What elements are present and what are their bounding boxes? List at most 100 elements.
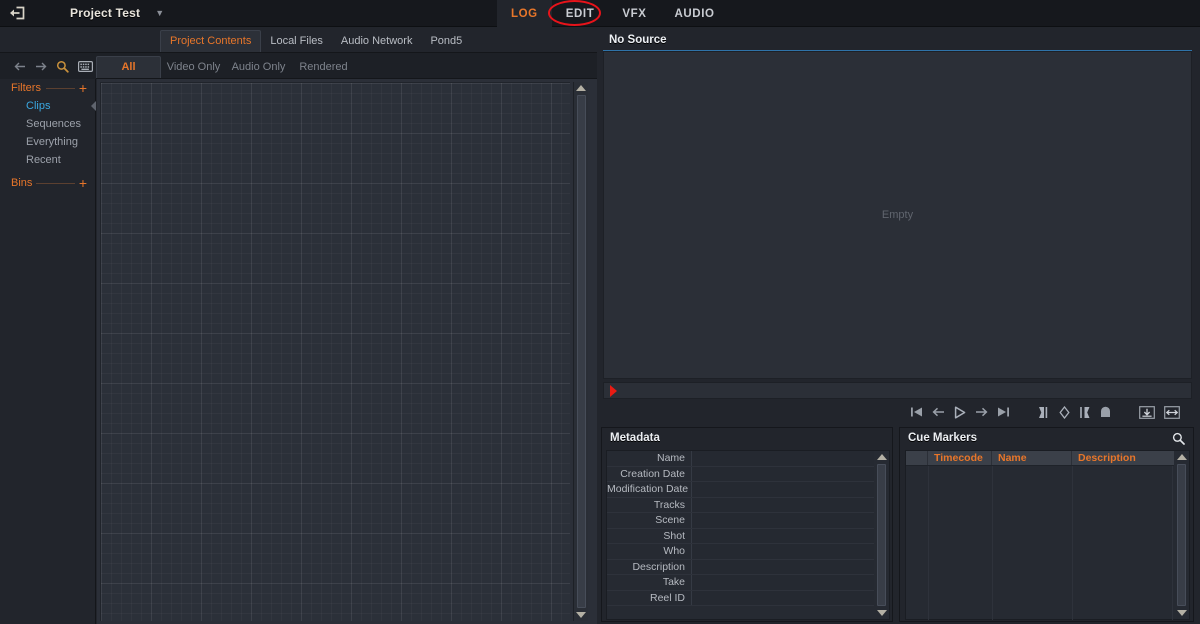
scroll-thumb[interactable] xyxy=(877,464,886,606)
table-row[interactable]: Scene xyxy=(607,513,889,529)
scroll-down-arrow-icon[interactable] xyxy=(1176,610,1187,616)
cue-markers-scrollbar[interactable] xyxy=(1174,451,1189,619)
cue-markers-table[interactable]: Timecode Name Description xyxy=(905,450,1190,620)
mode-tab-log[interactable]: LOG xyxy=(497,0,552,27)
title-bar: Project Test ▼ LOG EDIT VFX AUDIO xyxy=(0,0,1200,27)
cue-markers-title: Cue Markers xyxy=(908,432,978,444)
metadata-value[interactable] xyxy=(691,590,889,605)
project-browser-pane: Project Contents Local Files Audio Netwo… xyxy=(0,27,597,624)
filter-tab-bar: All Video Only Audio Only Rendered xyxy=(96,53,597,79)
scroll-up-arrow-icon[interactable] xyxy=(1176,454,1187,460)
bins-label: Bins xyxy=(11,177,33,189)
cue-column-timecode[interactable]: Timecode xyxy=(928,451,992,465)
scroll-down-arrow-icon[interactable] xyxy=(876,610,887,616)
table-row[interactable]: Modification Date xyxy=(607,482,889,498)
back-arrow-icon[interactable] xyxy=(14,61,26,72)
bins-section-header[interactable]: Bins + xyxy=(0,174,95,192)
playhead-marker[interactable] xyxy=(610,385,617,397)
clip-browser-scrollbar[interactable] xyxy=(573,82,588,621)
table-row[interactable]: Name xyxy=(607,451,889,467)
sidebar-item-sequences[interactable]: Sequences xyxy=(0,115,95,133)
scroll-thumb[interactable] xyxy=(1177,464,1186,606)
table-row[interactable]: Who xyxy=(607,544,889,560)
metadata-value[interactable] xyxy=(691,497,889,512)
table-row[interactable]: Reel ID xyxy=(607,590,889,606)
video-viewer[interactable]: Empty xyxy=(603,51,1192,379)
sidebar-item-recent[interactable]: Recent xyxy=(0,151,95,169)
table-row[interactable]: Description xyxy=(607,559,889,575)
metadata-value[interactable] xyxy=(691,559,889,574)
mode-tab-edit[interactable]: EDIT xyxy=(552,0,609,27)
overwrite-icon[interactable] xyxy=(1164,405,1180,419)
cue-column-description[interactable]: Description xyxy=(1072,451,1189,465)
cue-column-index[interactable] xyxy=(906,451,928,465)
tab-audio-network[interactable]: Audio Network xyxy=(332,31,422,52)
step-back-icon[interactable] xyxy=(932,406,945,418)
scroll-up-arrow-icon[interactable] xyxy=(576,85,586,91)
sidebar-item-clips[interactable]: Clips xyxy=(0,97,96,115)
go-to-start-icon[interactable] xyxy=(910,406,923,418)
mark-out-icon[interactable] xyxy=(1079,406,1091,419)
scroll-thumb[interactable] xyxy=(576,95,586,608)
metadata-title-bar: Metadata xyxy=(602,428,892,448)
column-divider xyxy=(1072,466,1073,620)
scrub-bar[interactable] xyxy=(603,382,1192,399)
scroll-up-arrow-icon[interactable] xyxy=(876,454,887,460)
filters-divider xyxy=(46,88,75,89)
metadata-value[interactable] xyxy=(691,513,889,528)
metadata-value[interactable] xyxy=(691,544,889,559)
metadata-value[interactable] xyxy=(691,575,889,590)
clip-browser-area[interactable] xyxy=(97,79,597,624)
add-marker-icon[interactable] xyxy=(1059,405,1070,419)
metadata-label: Name xyxy=(656,452,685,465)
metadata-label: Modification Date xyxy=(607,483,689,496)
forward-arrow-icon[interactable] xyxy=(35,61,47,72)
table-row[interactable]: Creation Date xyxy=(607,466,889,482)
table-row[interactable]: Take xyxy=(607,575,889,591)
mark-in-icon[interactable] xyxy=(1038,406,1050,419)
keyboard-icon[interactable] xyxy=(78,60,93,72)
filters-section-header[interactable]: Filters + xyxy=(0,79,95,97)
table-row[interactable]: Tracks xyxy=(607,497,889,513)
search-icon[interactable] xyxy=(1172,432,1193,445)
source-monitor-pane: No Source Empty xyxy=(601,30,1194,420)
add-bin-button[interactable]: + xyxy=(79,176,87,190)
add-filter-button[interactable]: + xyxy=(79,81,87,95)
metadata-label: Reel ID xyxy=(649,591,685,604)
metadata-value[interactable] xyxy=(691,466,889,481)
filter-tab-video-only[interactable]: Video Only xyxy=(161,57,226,78)
source-monitor-title-bar: No Source xyxy=(601,30,1194,50)
clear-marks-icon[interactable] xyxy=(1100,406,1111,418)
play-icon[interactable] xyxy=(954,405,966,419)
metadata-label: Tracks xyxy=(653,498,685,511)
step-forward-icon[interactable] xyxy=(975,406,988,418)
sidebar-item-everything[interactable]: Everything xyxy=(0,133,95,151)
metadata-table[interactable]: Name Creation Date Modification Date Tra… xyxy=(606,450,890,620)
cue-markers-rows[interactable] xyxy=(906,466,1189,620)
metadata-value[interactable] xyxy=(691,482,889,497)
metadata-label: Scene xyxy=(655,514,685,527)
tab-local-files[interactable]: Local Files xyxy=(261,31,332,52)
column-divider xyxy=(992,466,993,620)
project-dropdown-caret[interactable]: ▼ xyxy=(155,8,164,18)
tab-project-contents[interactable]: Project Contents xyxy=(160,30,262,52)
metadata-scrollbar[interactable] xyxy=(874,451,889,619)
cue-column-name[interactable]: Name xyxy=(992,451,1072,465)
browser-tab-bar: Project Contents Local Files Audio Netwo… xyxy=(0,27,597,53)
metadata-value[interactable] xyxy=(691,451,889,466)
mode-tab-audio[interactable]: AUDIO xyxy=(661,0,729,27)
exit-icon[interactable] xyxy=(0,0,34,27)
tab-pond5[interactable]: Pond5 xyxy=(421,31,471,52)
metadata-value[interactable] xyxy=(691,528,889,543)
search-icon[interactable] xyxy=(56,60,69,73)
mode-tab-vfx[interactable]: VFX xyxy=(608,0,660,27)
mode-tabs: LOG EDIT VFX AUDIO xyxy=(497,0,729,27)
go-to-end-icon[interactable] xyxy=(997,406,1010,418)
table-row[interactable]: Shot xyxy=(607,528,889,544)
filter-tab-all[interactable]: All xyxy=(96,56,161,78)
filter-tab-audio-only[interactable]: Audio Only xyxy=(226,57,291,78)
scroll-down-arrow-icon[interactable] xyxy=(576,612,586,618)
insert-icon[interactable] xyxy=(1139,405,1155,419)
filter-tab-rendered[interactable]: Rendered xyxy=(291,57,356,78)
browser-toolbar xyxy=(0,53,96,79)
